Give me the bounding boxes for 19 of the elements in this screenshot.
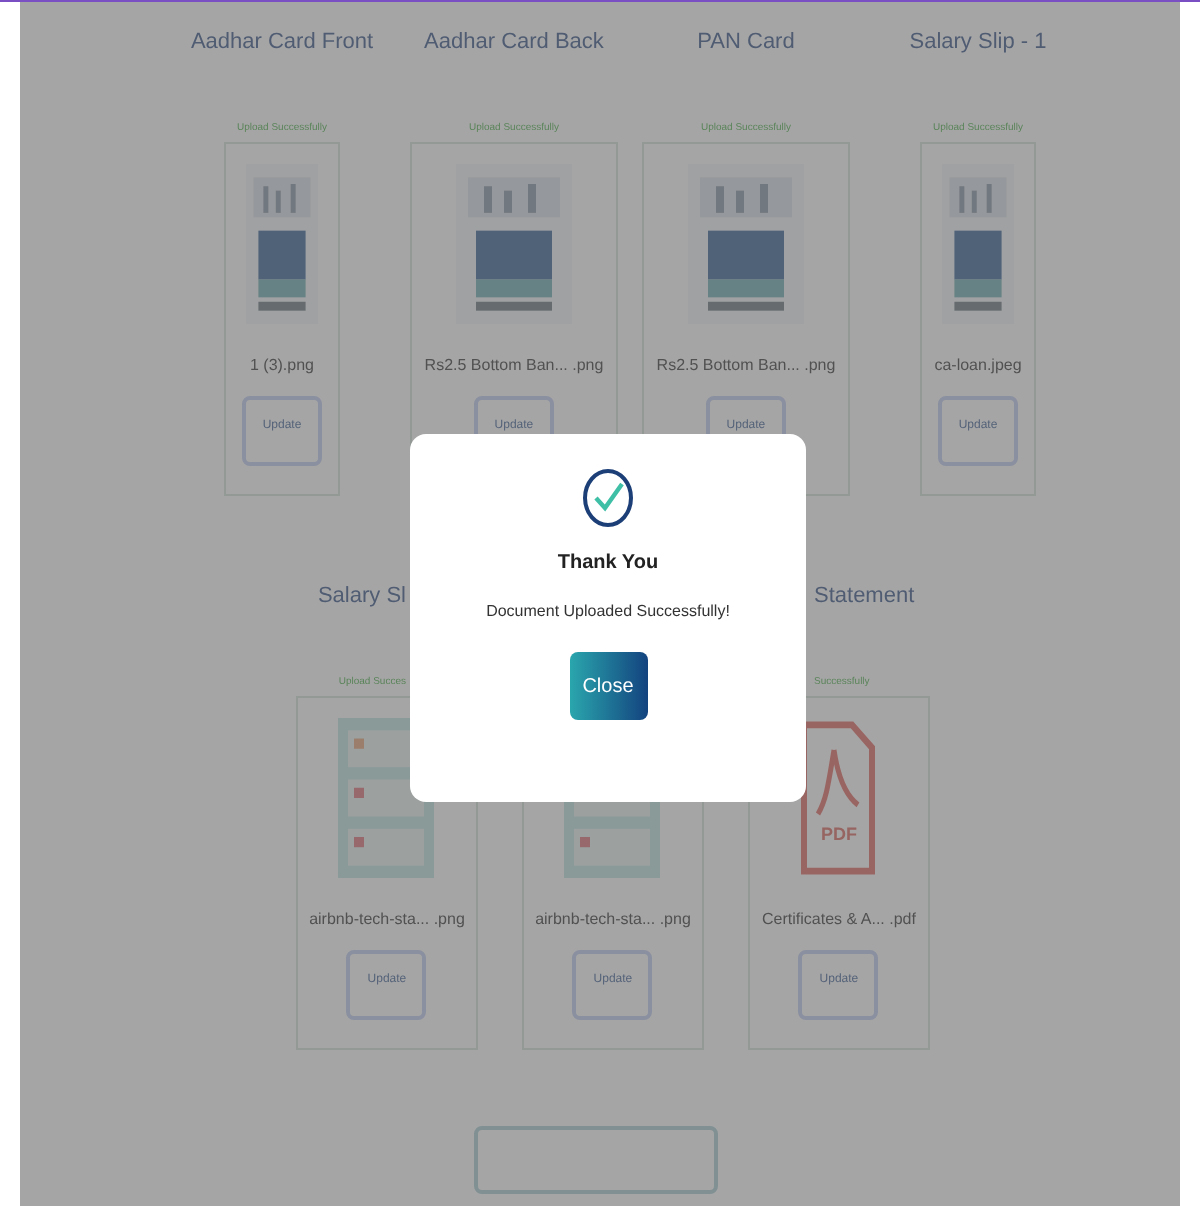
file-name: airbnb-tech-sta... .png <box>309 910 465 930</box>
pdf-label: PDF <box>818 824 859 844</box>
document-title: Salary Sl <box>317 582 406 612</box>
dialog-message: Document Uploaded Successfully! <box>486 602 730 620</box>
document-title: Salary Slip - 1 <box>909 28 1047 58</box>
file-name: ca-loan.jpeg <box>934 356 1022 376</box>
outlined-button[interactable] <box>474 1126 718 1194</box>
document-title: Statement <box>814 582 915 612</box>
file-name: Rs2.5 Bottom Ban... .png <box>656 356 836 376</box>
close-button[interactable]: Close <box>569 652 647 720</box>
file-name: Certificates & A... .pdf <box>762 910 916 930</box>
document-title: Aadhar Card Front <box>190 28 374 58</box>
file-name: 1 (3).png <box>249 356 315 376</box>
file-name: Rs2.5 Bottom Ban... .png <box>424 356 604 376</box>
check-circle-icon <box>582 468 634 528</box>
document-title: PAN Card <box>697 28 795 58</box>
file-name: airbnb-tech-sta... .png <box>535 910 691 930</box>
dialog-title: Thank You <box>557 552 659 574</box>
document-title: Aadhar Card Back <box>424 28 604 58</box>
